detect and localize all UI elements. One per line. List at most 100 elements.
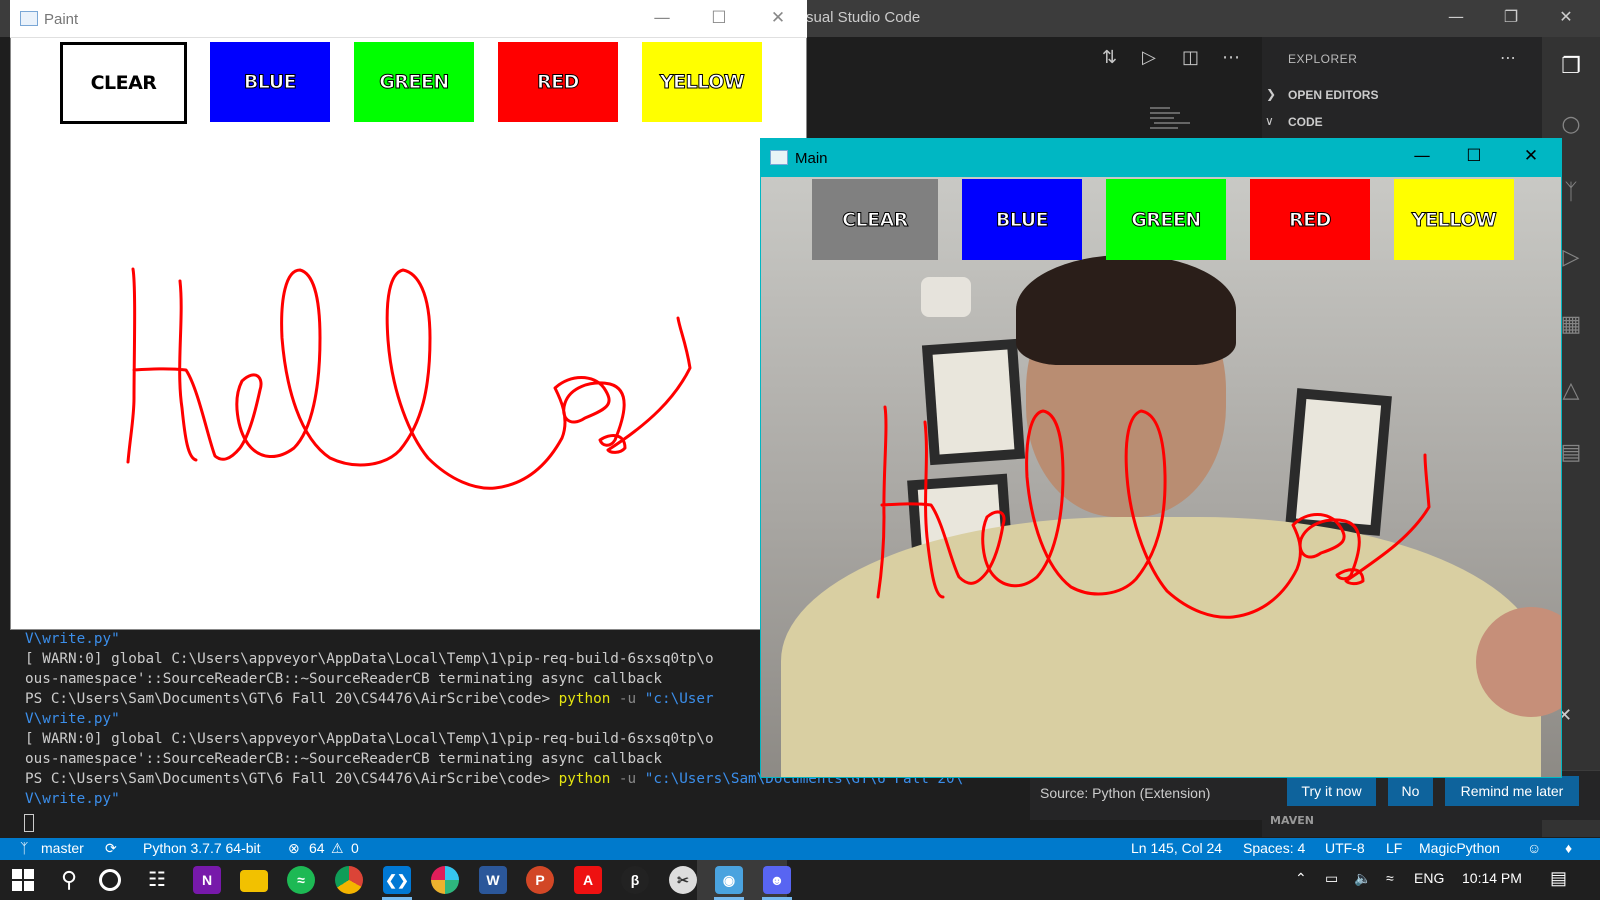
terminal-text: [ WARN:0] global C:\Users\appveyor\AppDa…: [25, 731, 714, 747]
terminal-text: V\write.py": [25, 791, 120, 807]
hello-handwriting-stroke: [876, 405, 1431, 619]
camera-app-icon[interactable]: ◉: [715, 866, 743, 894]
remind-me-later-button[interactable]: Remind me later: [1445, 776, 1579, 806]
file-explorer-icon[interactable]: [240, 870, 268, 892]
paint-canvas[interactable]: [10, 38, 807, 630]
explorer-more-icon[interactable]: ⋯: [1500, 48, 1516, 67]
terminal-line: V\write.py": [25, 631, 120, 647]
warning-count[interactable]: 0: [351, 840, 359, 856]
acrobat-icon[interactable]: A: [574, 866, 602, 894]
language-mode[interactable]: MagicPython: [1419, 840, 1500, 856]
main-blue-button[interactable]: BLUE: [962, 179, 1082, 260]
error-icon[interactable]: ⊗: [288, 840, 300, 857]
terminal-text: ous-namespace'::SourceReaderCB::~SourceR…: [25, 671, 662, 687]
no-button[interactable]: No: [1388, 776, 1433, 806]
main-yellow-button[interactable]: YELLOW: [1394, 179, 1514, 260]
terminal-text: ous-namespace'::SourceReaderCB::~SourceR…: [25, 751, 662, 767]
main-close-button[interactable]: ✕: [1508, 146, 1554, 166]
terminal-line: V\write.py": [25, 711, 120, 727]
notifications-bell-icon[interactable]: ♦: [1565, 840, 1572, 856]
webcam-feed[interactable]: [761, 177, 1561, 777]
volume-icon[interactable]: 🔈: [1354, 870, 1371, 887]
vscode-close-button[interactable]: ✕: [1543, 7, 1589, 26]
vscode-restore-button[interactable]: ❐: [1488, 7, 1534, 26]
notification-source: Source: Python (Extension): [1040, 785, 1211, 801]
explorer-section-code[interactable]: CODE: [1288, 115, 1323, 129]
input-language[interactable]: ENG: [1414, 870, 1444, 886]
sync-icon[interactable]: ⟳: [105, 840, 117, 857]
onenote-icon[interactable]: N: [193, 866, 221, 894]
terminal-line: [ WARN:0] global C:\Users\appveyor\AppDa…: [25, 731, 714, 747]
chrome-icon[interactable]: [335, 866, 363, 894]
terminal-line: [ WARN:0] global C:\Users\appveyor\AppDa…: [25, 651, 714, 667]
error-count[interactable]: 64: [309, 840, 325, 856]
terminal-line: V\write.py": [25, 791, 120, 807]
python-interpreter[interactable]: Python 3.7.7 64-bit: [143, 840, 261, 856]
explorer-header: EXPLORER: [1288, 52, 1358, 66]
snipping-icon[interactable]: ✂: [669, 866, 697, 894]
terminal-text: "c:\User: [644, 691, 714, 707]
powerpoint-icon[interactable]: P: [526, 866, 554, 894]
cortana-icon[interactable]: [99, 869, 121, 891]
chevron-right-icon[interactable]: ❯: [1266, 87, 1276, 101]
terminal-cursor: [24, 814, 34, 832]
paint-maximize-button[interactable]: ☐: [699, 8, 739, 28]
vscode-minimize-button[interactable]: —: [1433, 7, 1479, 26]
hello-handwriting-stroke: [126, 267, 692, 490]
paint-close-button[interactable]: ✕: [758, 8, 798, 28]
run-file-icon[interactable]: ▷: [1142, 47, 1156, 68]
search-icon[interactable]: ○: [1555, 112, 1587, 137]
terminal-text: python: [558, 771, 611, 787]
chevron-down-icon[interactable]: ∨: [1265, 114, 1274, 128]
encoding[interactable]: UTF-8: [1325, 840, 1365, 856]
explorer-section-open-editors[interactable]: OPEN EDITORS: [1288, 88, 1378, 102]
spotify-icon[interactable]: ≈: [287, 866, 315, 894]
explorer-section-maven[interactable]: MAVEN: [1270, 814, 1314, 827]
terminal-text: PS C:\Users\Sam\Documents\GT\6 Fall 20\C…: [25, 771, 559, 787]
terminal-line: ous-namespace'::SourceReaderCB::~SourceR…: [25, 751, 662, 767]
try-it-now-button[interactable]: Try it now: [1287, 776, 1376, 806]
python-icon[interactable]: β: [621, 866, 649, 894]
terminal-text: -u: [610, 771, 645, 787]
search-icon[interactable]: ⚲: [55, 866, 83, 894]
warning-icon[interactable]: ⚠: [331, 840, 344, 857]
main-green-button[interactable]: GREEN: [1106, 179, 1226, 260]
cursor-position[interactable]: Ln 145, Col 24: [1131, 840, 1222, 856]
task-view-icon[interactable]: ☷: [143, 866, 171, 894]
discord-icon[interactable]: ☻: [763, 866, 791, 894]
vscode-window-title: sual Studio Code: [806, 9, 921, 26]
slack-icon[interactable]: [431, 866, 459, 894]
indentation[interactable]: Spaces: 4: [1243, 840, 1305, 856]
paint-window-title: Paint: [44, 11, 79, 28]
split-editor-icon[interactable]: ◫: [1182, 47, 1199, 68]
git-branch[interactable]: master: [41, 840, 84, 856]
tray-overflow-icon[interactable]: ⌃: [1295, 870, 1307, 887]
vscode-icon[interactable]: ❮❯: [383, 866, 411, 894]
battery-icon[interactable]: ▭: [1325, 870, 1338, 887]
terminal-text: -u: [610, 691, 645, 707]
paint-titlebar[interactable]: [10, 0, 807, 38]
feedback-icon[interactable]: ☺: [1527, 840, 1541, 856]
main-minimize-button[interactable]: —: [1399, 146, 1445, 166]
main-red-button[interactable]: RED: [1250, 179, 1370, 260]
paint-minimize-button[interactable]: —: [642, 8, 682, 28]
terminal-text: V\write.py": [25, 631, 120, 647]
webcam-drawing-overlay: [876, 405, 1431, 619]
main-maximize-button[interactable]: ☐: [1451, 146, 1497, 166]
explorer-icon[interactable]: ❐: [1555, 54, 1587, 79]
end-of-line[interactable]: LF: [1386, 840, 1402, 856]
windows-start-icon[interactable]: [12, 869, 34, 891]
compare-changes-icon[interactable]: ⇅: [1102, 47, 1117, 68]
main-clear-button[interactable]: CLEAR: [812, 179, 938, 260]
window-app-icon: [770, 150, 788, 165]
terminal-line: PS C:\Users\Sam\Documents\GT\6 Fall 20\C…: [25, 691, 714, 707]
action-center-icon[interactable]: ▤: [1550, 868, 1567, 889]
clock[interactable]: 10:14 PM: [1462, 870, 1522, 886]
terminal-text: [ WARN:0] global C:\Users\appveyor\AppDa…: [25, 651, 714, 667]
terminal-line: ous-namespace'::SourceReaderCB::~SourceR…: [25, 671, 662, 687]
git-branch-icon[interactable]: ᛉ: [20, 840, 28, 856]
wifi-icon[interactable]: ≈: [1386, 870, 1394, 886]
terminal-text: V\write.py": [25, 711, 120, 727]
word-icon[interactable]: W: [479, 866, 507, 894]
more-actions-icon[interactable]: ⋯: [1222, 47, 1240, 68]
